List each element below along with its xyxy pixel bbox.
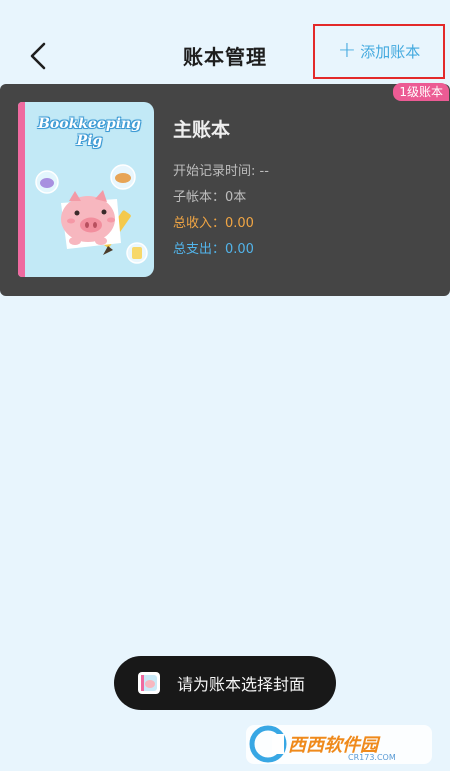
plus-icon: + [337,37,357,63]
level-badge: 1级账本 [393,83,449,101]
cover-title: Bookkeeping Pig [38,116,141,149]
book-card[interactable]: 1级账本 Bookkeeping Pig 主账本 开始记录时间: -- 子帐本：… [0,83,450,296]
sub-books-text: 子帐本：0本 [173,190,247,205]
add-book-label: 添加账本 [360,43,421,61]
start-time-text: 开始记录时间: -- [173,164,269,179]
total-income-text: 总收入：0.00 [173,216,254,231]
pig-illustration-icon [35,164,148,264]
watermark-site: CR173.COM [348,753,396,762]
add-book-button[interactable]: + 添加账本 [313,24,445,79]
toast-text: 请为账本选择封面 [177,675,306,694]
total-expense-text: 总支出：0.00 [173,242,254,257]
toast-message: 请为账本选择封面 [114,656,336,710]
app-icon [138,672,160,694]
book-cover[interactable]: Bookkeeping Pig [18,102,154,277]
cover-spine [18,102,25,277]
book-name: 主账本 [173,119,231,141]
watermark-logo: 西西软件园 CR173.COM [246,722,436,767]
